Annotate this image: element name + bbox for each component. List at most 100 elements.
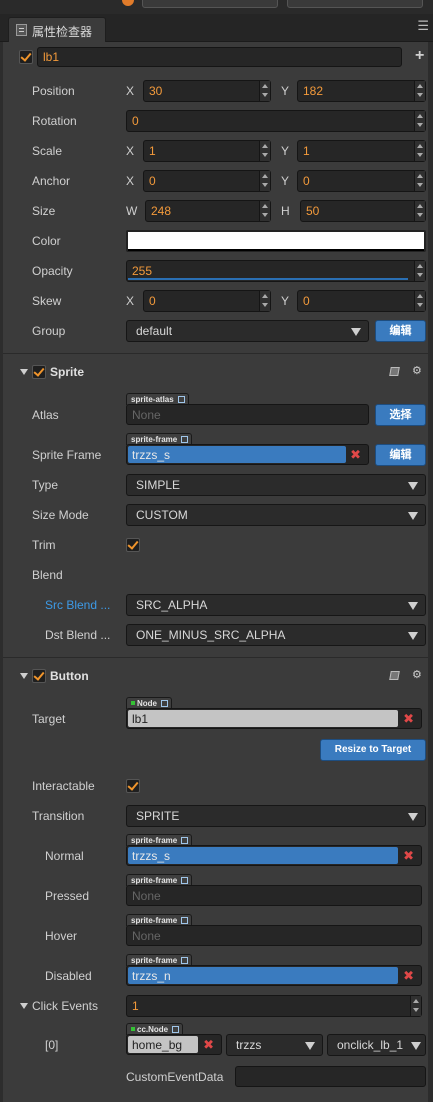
rotation-input[interactable]: 0 [126,110,426,132]
tab-inspector[interactable]: 属性检查器 [8,17,106,42]
anchor-x-input[interactable]: 0 [143,170,271,192]
remove-x-icon[interactable]: ✖ [403,968,414,984]
click-events-collapse-icon[interactable] [20,1003,28,1009]
toolbar-button-2[interactable] [287,0,423,8]
opacity-stepper[interactable] [414,261,425,281]
collapse-triangle-icon[interactable] [20,673,28,679]
skew-y-value: 0 [303,294,310,308]
node-name-input[interactable]: lb1 [37,47,402,67]
button-enabled-checkbox[interactable] [32,669,46,683]
add-component-icon[interactable]: + [415,48,424,64]
skew-y-stepper[interactable] [414,291,425,311]
size-mode-label: Size Mode [32,508,89,522]
position-x-input[interactable]: 30 [143,80,271,102]
normal-tag-label: sprite-frame [131,836,178,845]
help-book-icon[interactable] [389,671,400,680]
scrollbar[interactable] [428,42,433,1102]
custom-event-data-input[interactable] [235,1066,426,1087]
size-w-input[interactable]: 248 [145,200,271,222]
click-events-count-input[interactable]: 1 [126,995,422,1017]
event-node-field[interactable]: home_bg ✖ [126,1034,222,1055]
atlas-select-button[interactable]: 选择 [375,404,426,426]
skew-y-input[interactable]: 0 [297,290,426,312]
node-name-value: lb1 [43,50,60,64]
panel-menu-icon[interactable]: ☰ [417,19,429,33]
disabled-sprite-field[interactable]: trzzs_n ✖ [126,965,422,986]
scale-x-value: 1 [149,144,156,158]
sprite-section-header[interactable]: Sprite ⚙ [3,358,428,386]
type-value: SIMPLE [136,478,181,492]
remove-x-icon[interactable]: ✖ [403,848,414,864]
skew-x-stepper[interactable] [259,291,270,311]
rotation-stepper[interactable] [414,111,425,131]
anchor-x-stepper[interactable] [259,171,270,191]
sprite-enabled-checkbox[interactable] [32,365,46,379]
size-w-stepper[interactable] [259,201,270,221]
atlas-value: None [132,408,161,422]
scale-label: Scale [32,144,63,158]
gear-icon[interactable]: ⚙ [412,668,422,681]
event-handler-select[interactable]: onclick_lb_1 [327,1034,426,1056]
scale-y-input[interactable]: 1 [297,140,426,162]
gear-icon[interactable]: ⚙ [412,364,422,377]
atlas-field[interactable]: None [126,404,369,425]
type-select[interactable]: SIMPLE [126,474,426,496]
resize-to-target-button[interactable]: Resize to Target [320,739,426,761]
opacity-slider[interactable]: 255 [126,260,426,282]
transition-label: Transition [32,809,85,823]
size-h-stepper[interactable] [414,201,425,221]
position-y-stepper[interactable] [414,81,425,101]
panel-tabbar: 属性检查器 ☰ [0,14,433,42]
size-mode-select[interactable]: CUSTOM [126,504,426,526]
help-book-icon[interactable] [389,367,400,376]
src-blend-select[interactable]: SRC_ALPHA [126,594,426,616]
target-field[interactable]: lb1 ✖ [126,708,422,729]
anchor-y-stepper[interactable] [414,171,425,191]
color-picker[interactable] [126,230,426,252]
anchor-y-input[interactable]: 0 [297,170,426,192]
sprite-frame-field[interactable]: trzzs_s ✖ [126,444,369,465]
target-fill [128,710,398,727]
click-events-stepper[interactable] [410,996,421,1016]
group-select[interactable]: default [126,320,369,342]
hover-sprite-field[interactable]: None [126,925,422,946]
scale-x-input[interactable]: 1 [143,140,271,162]
dst-blend-select[interactable]: ONE_MINUS_SRC_ALPHA [126,624,426,646]
normal-sprite-field[interactable]: trzzs_s ✖ [126,845,422,866]
chevron-down-icon [408,512,418,520]
remove-x-icon[interactable]: ✖ [403,711,414,727]
toolbar-button-1[interactable] [142,0,278,8]
button-section-header[interactable]: Button ⚙ [3,662,428,690]
position-y-axis: Y [281,84,290,98]
custom-event-data-label: CustomEventData [126,1070,224,1084]
skew-x-input[interactable]: 0 [143,290,271,312]
collapse-triangle-icon[interactable] [20,369,28,375]
position-x-axis: X [126,84,135,98]
trim-checkbox[interactable] [126,538,140,552]
size-h-input[interactable]: 50 [300,200,426,222]
chevron-down-icon [408,632,418,640]
scale-x-axis: X [126,144,135,158]
node-enabled-checkbox[interactable] [19,50,33,64]
dst-blend-label: Dst Blend ... [45,628,111,642]
disabled-value: trzzs_n [132,969,171,983]
pressed-sprite-field[interactable]: None [126,885,422,906]
sprite-frame-value: trzzs_s [132,448,171,462]
position-x-stepper[interactable] [259,81,270,101]
opacity-label: Opacity [32,264,73,278]
size-w-axis: W [126,204,138,218]
transition-select[interactable]: SPRITE [126,805,426,827]
event-component-select[interactable]: trzzs [226,1034,323,1056]
src-blend-label: Src Blend ... [45,598,111,612]
tab-inspector-label: 属性检查器 [32,25,93,39]
remove-x-icon[interactable]: ✖ [350,447,361,463]
scale-x-stepper[interactable] [259,141,270,161]
interactable-checkbox[interactable] [126,779,140,793]
anchor-x-axis: X [126,174,135,188]
scale-y-stepper[interactable] [414,141,425,161]
sprite-frame-edit-button[interactable]: 编辑 [375,444,426,466]
group-edit-button[interactable]: 编辑 [375,320,426,342]
rotation-value: 0 [132,114,139,128]
position-y-input[interactable]: 182 [297,80,426,102]
remove-x-icon[interactable]: ✖ [203,1037,214,1053]
